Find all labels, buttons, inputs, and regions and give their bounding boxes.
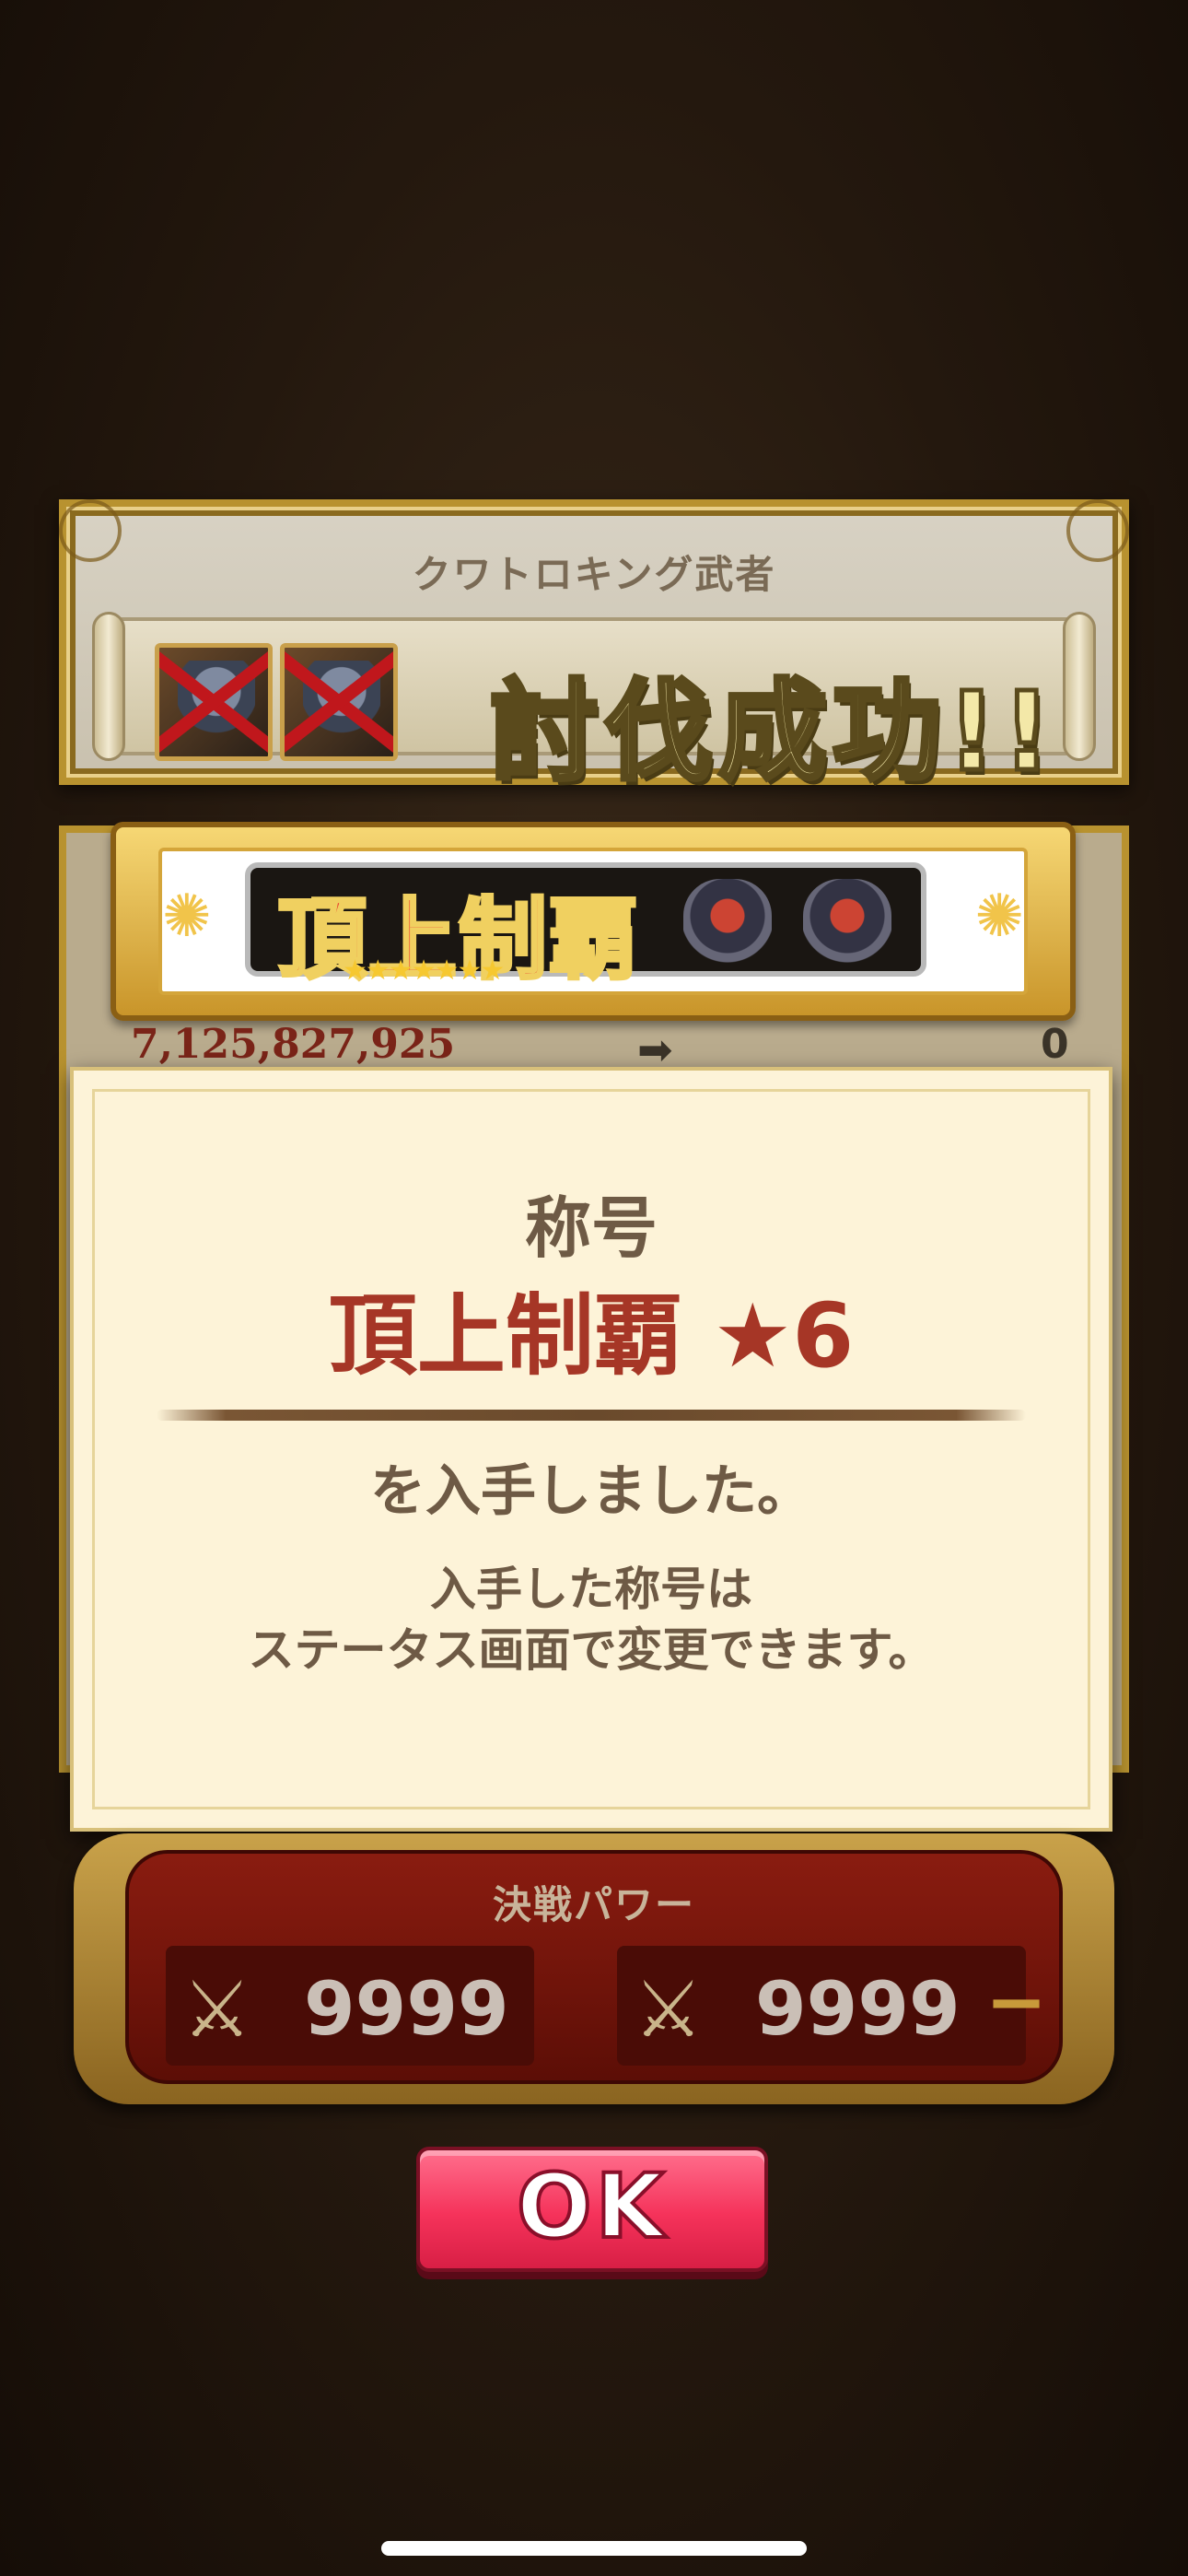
- dialog-note-line: ステータス画面で変更できます。: [248, 1623, 935, 1677]
- ok-button[interactable]: OK: [416, 2147, 768, 2272]
- power-before-value: 9999: [304, 1966, 509, 2052]
- crossed-swords-icon: ⚔: [182, 1964, 252, 2055]
- sun-ornament-icon: ✺: [162, 883, 212, 951]
- acquired-message: を入手しました。: [370, 1459, 812, 1524]
- crossed-swords-icon: ⚔: [634, 1964, 704, 2055]
- battle-power-title: 決戦パワー: [492, 1882, 695, 1927]
- scroll-roll-icon: [1063, 612, 1096, 761]
- title-art-plate: 頂上制覇 ★★★★★★★: [245, 862, 926, 993]
- power-change-indicator: −: [985, 1959, 1048, 2044]
- defeat-success-text: 討伐成功!!: [488, 666, 1057, 798]
- armor-character-icon: [803, 879, 891, 971]
- power-after-value: 9999: [755, 1966, 961, 2052]
- dialog-label: 称号: [524, 1189, 658, 1267]
- result-banner: クワトロキング武者 討伐成功!!: [59, 499, 1129, 798]
- sun-ornament-icon: ✺: [974, 883, 1024, 951]
- boss-name: クワトロキング武者: [412, 552, 776, 597]
- defeated-boss-icon: [155, 643, 273, 761]
- scroll-roll-icon: [92, 612, 125, 761]
- home-indicator[interactable]: [381, 2541, 807, 2556]
- armor-character-icon: [683, 879, 772, 971]
- battle-power-panel: 決戦パワー ⚔ 9999 ⚔ 9999 −: [74, 1833, 1114, 2104]
- acquired-title-name: 頂上制覇 ★6: [328, 1284, 855, 1388]
- ok-button-label: OK: [515, 2153, 668, 2260]
- score-after: 0: [1041, 1021, 1069, 1068]
- title-acquired-dialog: 称号 頂上制覇 ★6 を入手しました。 入手した称号は ステータス画面で変更でき…: [70, 1067, 1112, 1832]
- defeated-boss-icon: [280, 643, 398, 761]
- dialog-note-line: 入手した称号は: [430, 1563, 752, 1616]
- title-banner: ✺ ✺ 頂上制覇 ★★★★★★★: [111, 822, 1076, 1021]
- battle-power-inner: 決戦パワー ⚔ 9999 ⚔ 9999 −: [125, 1850, 1063, 2084]
- power-before-box: ⚔ 9999: [166, 1946, 534, 2066]
- title-art-stars: ★★★★★★★: [343, 954, 505, 987]
- power-after-box: ⚔ 9999 −: [617, 1946, 1047, 2066]
- dialog-note: 入手した称号は ステータス画面で変更できます。: [74, 1559, 1109, 1680]
- brush-divider: [157, 1410, 1026, 1421]
- score-before: 7,125,827,925: [131, 1021, 456, 1068]
